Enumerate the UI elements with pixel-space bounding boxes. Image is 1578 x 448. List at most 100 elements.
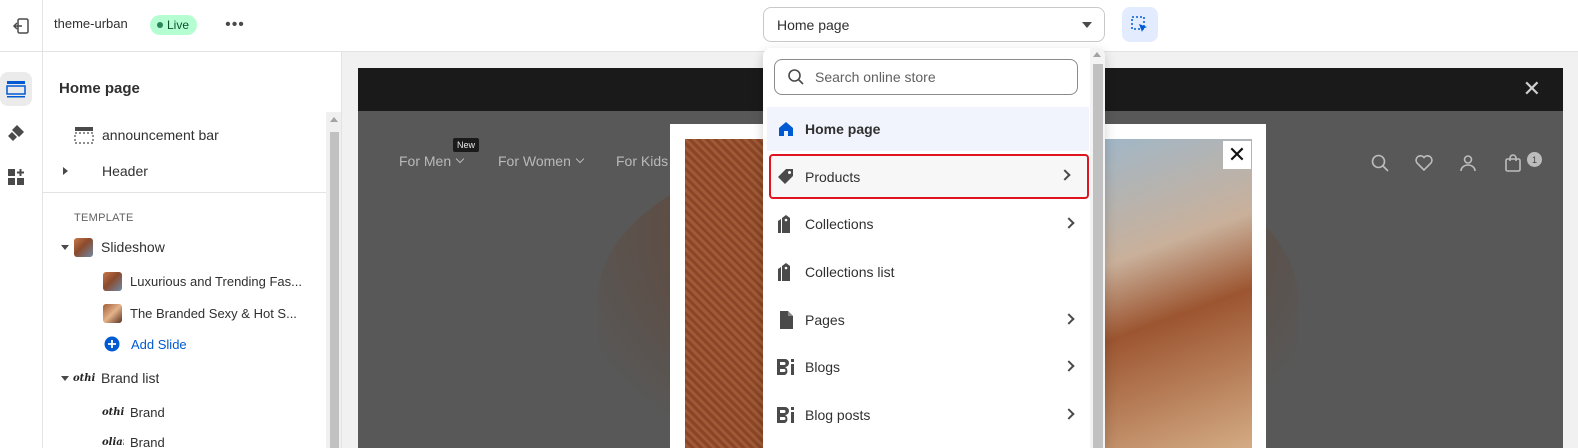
theme-settings-button[interactable]	[0, 116, 32, 150]
nav-item-for-men[interactable]: For Men	[399, 153, 465, 169]
new-badge: New	[453, 138, 480, 152]
exit-icon	[12, 18, 29, 34]
menu-item-pages[interactable]: Pages	[767, 298, 1089, 342]
nav-item-label: For Kids	[616, 153, 669, 169]
tree-item-brand[interactable]: othin Brand	[43, 397, 325, 427]
top-bar: theme-urban Live ••• Home page	[0, 0, 1578, 52]
menu-item-label: Products	[805, 168, 861, 185]
tree-item-label: announcement bar	[102, 127, 219, 143]
slideshow-thumbnail	[74, 237, 93, 257]
tree-item-label: Luxurious and Trending Fas...	[130, 273, 302, 289]
scroll-up-icon[interactable]	[330, 117, 338, 122]
cart-count-badge: 1	[1527, 152, 1542, 167]
select-cursor-icon	[1131, 15, 1147, 32]
menu-item-label: Blogs	[805, 359, 841, 375]
account-icon[interactable]	[1458, 153, 1478, 173]
home-icon	[779, 122, 793, 136]
more-actions-button[interactable]: •••	[222, 12, 248, 38]
cart-icon[interactable]	[1503, 153, 1523, 173]
slide-thumbnail	[103, 271, 122, 291]
nav-item-for-kids[interactable]: For Kids	[616, 153, 668, 169]
collection-icon	[778, 263, 790, 281]
theme-name: theme-urban	[54, 16, 128, 31]
section-divider	[43, 192, 326, 193]
sidebar-scrollbar[interactable]	[326, 112, 341, 448]
popup-image-left	[685, 139, 775, 448]
scrollbar-thumb[interactable]	[1093, 64, 1103, 448]
live-badge-label: Live	[167, 18, 190, 32]
collapse-arrow-icon	[61, 375, 69, 381]
page-selector[interactable]: Home page	[763, 7, 1105, 42]
tree-item-header[interactable]: Header	[43, 156, 325, 186]
menu-item-home-page[interactable]: Home page	[767, 107, 1089, 151]
exit-editor-button[interactable]	[0, 0, 43, 52]
sections-sidebar: Home page announcement bar Header TEMPLA…	[43, 52, 342, 448]
live-badge: Live	[150, 15, 198, 35]
tree-item-slideshow[interactable]: Slideshow	[43, 232, 325, 262]
sidebar-title: Home page	[59, 80, 140, 97]
collapse-arrow-icon	[61, 244, 69, 250]
tree-item-label: Header	[102, 163, 148, 179]
page-selector-dropdown: Home page Products Collections	[763, 48, 1105, 448]
tree-item-label: The Branded Sexy & Hot S...	[130, 305, 297, 321]
template-heading: TEMPLATE	[74, 212, 134, 224]
popup-image-right	[1090, 139, 1252, 448]
page-selector-value: Home page	[777, 16, 850, 33]
menu-item-products[interactable]: Products	[769, 154, 1089, 199]
search-input[interactable]	[815, 69, 1065, 85]
sections-icon	[6, 81, 26, 98]
tree-item-brand-list[interactable]: othin Brand list	[43, 363, 325, 393]
tree-item-label: Slideshow	[101, 239, 165, 255]
nav-item-label: For Men	[399, 153, 452, 169]
scrollbar-thumb[interactable]	[330, 132, 339, 448]
chevron-down-icon	[455, 154, 465, 164]
brand-list-thumbnail: othin	[73, 372, 95, 384]
tree-item-brand[interactable]: oliar Brand	[43, 427, 325, 448]
tree-item-slide[interactable]: Luxurious and Trending Fas...	[43, 266, 325, 296]
menu-item-collections-list[interactable]: Collections list	[767, 250, 1089, 294]
live-dot-icon	[157, 22, 163, 28]
tree-item-label: Brand	[130, 434, 165, 448]
add-slide-label: Add Slide	[131, 336, 187, 352]
inspector-toggle-button[interactable]	[1122, 7, 1158, 42]
chevron-right-icon	[1063, 313, 1075, 325]
sections-button[interactable]	[0, 72, 32, 106]
heart-icon[interactable]	[1414, 153, 1434, 173]
close-icon[interactable]: ✕	[1523, 78, 1541, 100]
plus-circle-icon	[104, 336, 120, 352]
nav-item-for-women[interactable]: For Women	[498, 153, 585, 169]
collection-icon	[778, 215, 790, 233]
tree-item-slide[interactable]: The Branded Sexy & Hot S...	[43, 298, 325, 328]
tree-item-announcement-bar[interactable]: announcement bar	[43, 120, 325, 150]
search-icon[interactable]	[1370, 153, 1390, 173]
slide-thumbnail	[103, 303, 122, 323]
popup-close-icon[interactable]: ✕	[1223, 141, 1251, 169]
chevron-right-icon	[1063, 217, 1075, 229]
search-icon	[788, 69, 804, 85]
add-slide-button[interactable]: Add Slide	[43, 329, 325, 359]
menu-item-collections[interactable]: Collections	[767, 202, 1089, 246]
apps-icon	[8, 169, 24, 185]
chevron-right-icon	[1059, 169, 1071, 181]
tag-icon	[778, 168, 793, 184]
brand-thumbnail: othin	[102, 406, 124, 418]
chevron-right-icon	[1063, 360, 1075, 372]
nav-item-label: For Women	[498, 153, 571, 169]
menu-item-blog-posts[interactable]: Blog posts	[767, 393, 1089, 437]
tree-item-label: Brand list	[101, 370, 160, 386]
menu-item-label: Pages	[805, 312, 845, 328]
menu-item-label: Collections list	[805, 264, 895, 280]
chevron-down-icon	[575, 154, 585, 164]
dropdown-scrollbar[interactable]	[1090, 48, 1105, 448]
page-icon	[780, 311, 793, 329]
menu-item-label: Home page	[805, 121, 881, 137]
scroll-up-icon[interactable]	[1093, 52, 1101, 57]
menu-item-blogs[interactable]: Blogs	[767, 345, 1089, 389]
tree-item-label: Brand	[130, 404, 165, 420]
icon-rail	[0, 52, 43, 448]
apps-button[interactable]	[0, 160, 32, 194]
search-field[interactable]	[774, 59, 1078, 95]
chevron-right-icon	[1063, 408, 1075, 420]
brand-thumbnail: oliar	[102, 436, 124, 448]
blog-icon	[777, 359, 794, 375]
